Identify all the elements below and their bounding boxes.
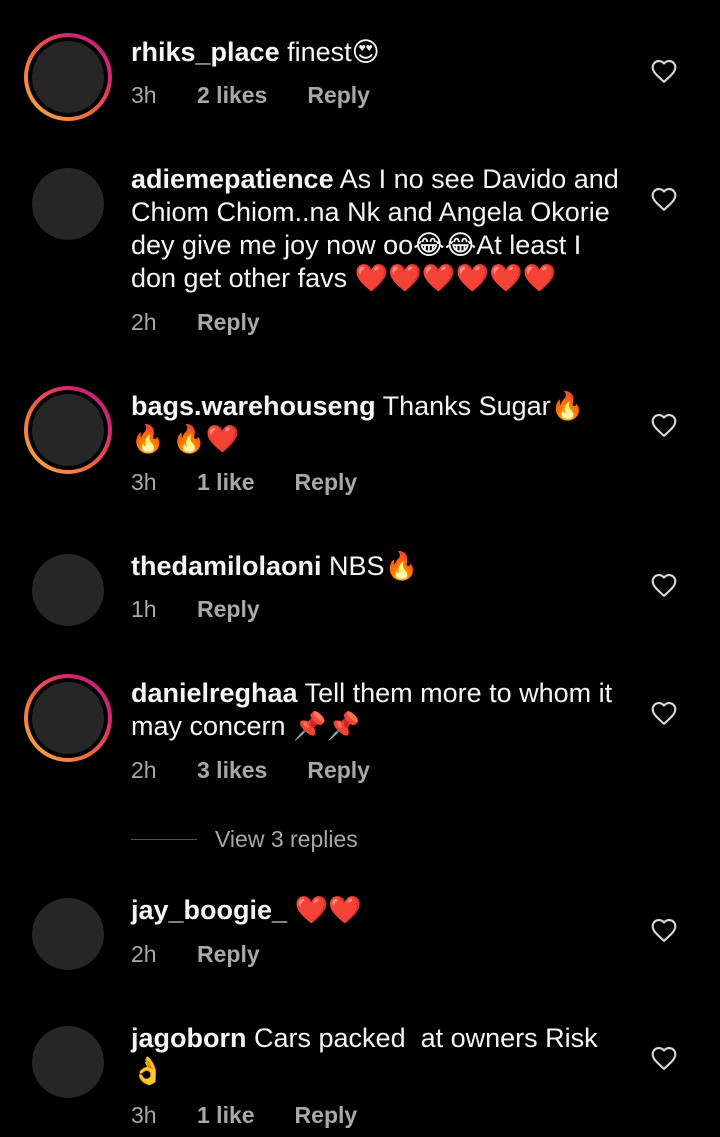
avatar-story-ring[interactable] [24,674,112,762]
comment-time: 2h [131,309,157,335]
comment-text: bags.warehouseng Thanks Sugar🔥 🔥 🔥❤️ [131,390,611,456]
comment-meta: 3h 1 like Reply [131,468,357,496]
like-button[interactable] [650,917,678,943]
heart-outline-icon [651,574,677,597]
heart-outline-icon [651,188,677,211]
reply-button[interactable]: Reply [295,468,358,496]
heart-outline-icon [651,702,677,725]
comment-meta: 2h Reply [131,940,260,968]
like-button[interactable] [650,700,678,726]
comment-body: finest😍 [287,37,380,67]
comment-time: 2h [131,757,157,783]
like-button[interactable] [650,58,678,84]
comment-text: adiemepatience As I no see Davido and Ch… [131,163,626,295]
like-button[interactable] [650,572,678,598]
comment-time: 3h [131,469,157,495]
avatar [32,682,104,754]
comment-text: rhiks_place finest😍 [131,36,631,69]
view-replies-button[interactable]: View 3 replies [131,822,358,856]
comment-likes[interactable]: 1 like [197,468,255,496]
avatar [32,41,104,113]
comment-username[interactable]: bags.warehouseng [131,391,376,421]
comment-likes[interactable]: 1 like [197,1101,255,1129]
comment-text: thedamilolaoni NBS🔥 [131,550,631,583]
avatar-wrapper[interactable] [24,160,112,248]
comment-body: NBS🔥 [329,551,419,581]
heart-outline-icon [651,919,677,942]
reply-button[interactable]: Reply [295,1101,358,1129]
reply-button[interactable]: Reply [197,940,260,968]
comment-username[interactable]: thedamilolaoni [131,551,322,581]
comment-username[interactable]: jagoborn [131,1023,247,1053]
comment-time: 3h [131,82,157,108]
comment-likes[interactable]: 2 likes [197,81,267,109]
comment-meta: 3h 2 likes Reply [131,81,370,109]
comment-username[interactable]: jay_boogie_ [131,895,287,925]
comment-likes[interactable]: 3 likes [197,756,267,784]
comment-username[interactable]: danielreghaa [131,678,298,708]
comment-meta: 2h Reply [131,308,260,336]
heart-outline-icon [651,1047,677,1070]
comment-meta: 2h 3 likes Reply [131,756,370,784]
reply-button[interactable]: Reply [197,308,260,336]
avatar-story-ring[interactable] [24,33,112,121]
comment-time: 2h [131,941,157,967]
reply-button[interactable]: Reply [197,595,260,623]
avatar-story-ring[interactable] [24,386,112,474]
comment-meta: 1h Reply [131,595,260,623]
avatar [32,168,104,240]
heart-outline-icon [651,60,677,83]
heart-outline-icon [651,414,677,437]
reply-button[interactable]: Reply [307,81,370,109]
avatar [32,1026,104,1098]
avatar [32,554,104,626]
avatar-wrapper[interactable] [24,1018,112,1106]
comment-time: 3h [131,1102,157,1128]
comment-text: jay_boogie_ ❤️❤️ [131,894,631,927]
comment-meta: 3h 1 like Reply [131,1101,357,1129]
avatar-wrapper[interactable] [24,546,112,634]
comment-username[interactable]: adiemepatience [131,164,334,194]
comment-text: jagoborn Cars packed at owners Risk 👌 [131,1022,611,1088]
reply-button[interactable]: Reply [307,756,370,784]
avatar [32,898,104,970]
avatar [32,394,104,466]
view-replies-label: View 3 replies [215,825,358,852]
avatar-wrapper[interactable] [24,890,112,978]
comment-body: ❤️❤️ [294,895,362,925]
replies-divider [131,838,197,840]
comment-time: 1h [131,596,157,622]
like-button[interactable] [650,1045,678,1071]
like-button[interactable] [650,412,678,438]
like-button[interactable] [650,186,678,212]
comment-username[interactable]: rhiks_place [131,37,280,67]
comment-text: danielreghaa Tell them more to whom it m… [131,677,631,743]
